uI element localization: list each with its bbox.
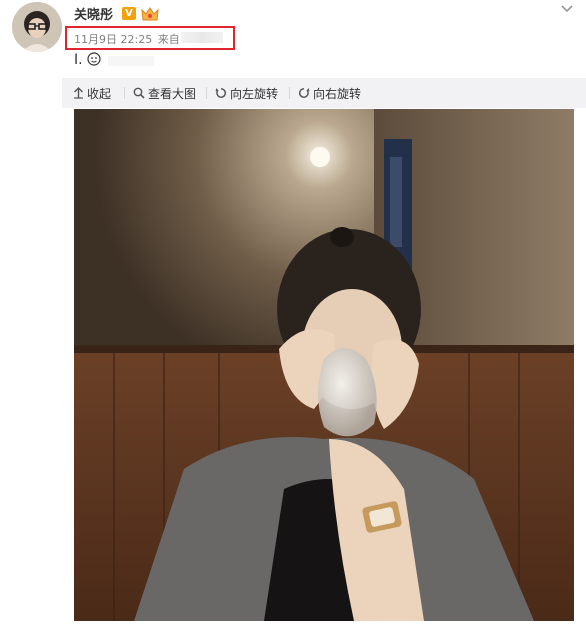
view-large-button[interactable]: 查看大图 — [133, 86, 197, 101]
blurred-source-region — [181, 32, 223, 43]
rotate-right-icon — [298, 88, 310, 98]
post-photo[interactable] — [74, 109, 574, 621]
rotate-left-icon — [215, 88, 227, 98]
avatar[interactable] — [12, 2, 62, 52]
view-large-label: 查看大图 — [148, 86, 197, 101]
photo-illustration — [74, 109, 574, 621]
chevron-down-icon[interactable] — [560, 0, 574, 13]
toolbar-divider — [124, 87, 125, 99]
image-toolbar: 收起 查看大图 向左旋转 向右旋转 — [62, 78, 586, 108]
rotate-right-label: 向右旋转 — [313, 86, 362, 101]
rotate-left-label: 向左旋转 — [230, 86, 279, 101]
emoji-face-icon — [87, 52, 101, 66]
crown-icon[interactable] — [140, 5, 160, 23]
post-text: I. — [74, 52, 101, 68]
post-text-content: I. — [74, 52, 83, 68]
verified-badge[interactable]: V — [122, 7, 136, 20]
post-timestamp[interactable]: 11月9日 22:25 — [74, 33, 152, 46]
search-icon — [133, 87, 145, 99]
blurred-text-region — [108, 56, 154, 66]
rotate-left-button[interactable]: 向左旋转 — [215, 86, 279, 101]
weibo-post-card: 关晓彤 V 11月9日 22:25 来自 I. 收起 查看大图 向左旋转 向右旋… — [0, 0, 586, 624]
username[interactable]: 关晓彤 — [74, 4, 113, 23]
rotate-right-button[interactable]: 向右旋转 — [298, 86, 362, 101]
avatar-image — [12, 2, 62, 52]
post-meta: 11月9日 22:25 来自 — [74, 31, 189, 47]
collapse-button[interactable]: 收起 — [73, 86, 112, 101]
toolbar-divider — [206, 87, 207, 99]
toolbar-divider — [289, 87, 290, 99]
arrow-up-icon — [74, 87, 83, 99]
collapse-label: 收起 — [87, 86, 112, 101]
post-source-prefix: 来自 — [157, 33, 180, 46]
